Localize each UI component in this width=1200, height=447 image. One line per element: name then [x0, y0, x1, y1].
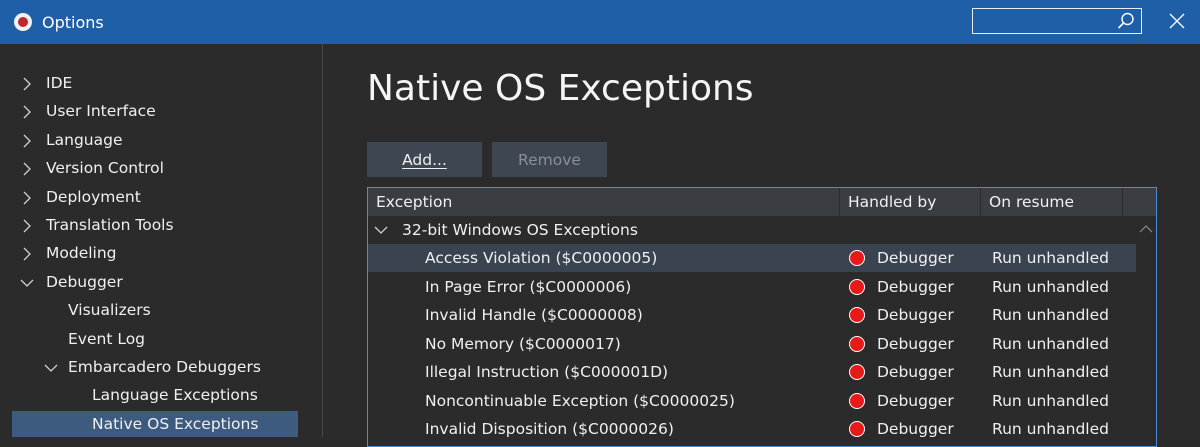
- chevron-down-icon[interactable]: [374, 225, 388, 235]
- exception-name: Noncontinuable Exception ($C0000025): [425, 391, 735, 410]
- sidebar-item[interactable]: Visualizers: [0, 297, 320, 323]
- table-row[interactable]: Illegal Instruction ($C000001D) Debugger R…: [368, 358, 1136, 386]
- table-row[interactable]: Invalid Disposition ($C0000026) Debugger R…: [368, 415, 1136, 443]
- handled-by-value[interactable]: Debugger: [877, 358, 954, 386]
- main-panel: Native OS Exceptions Add... Remove Excep…: [323, 44, 1200, 447]
- table-row[interactable]: Noncontinuable Exception ($C0000025) Debu…: [368, 387, 1136, 415]
- sidebar-item-label: Language: [46, 130, 123, 149]
- sidebar-item-label: Embarcadero Debuggers: [68, 358, 261, 376]
- handled-by-value[interactable]: Debugger: [877, 244, 954, 272]
- sidebar-item-label: Translation Tools: [46, 216, 174, 234]
- exception-name: Illegal Instruction ($C000001D): [425, 363, 669, 381]
- sidebar-item-label: Debugger: [46, 272, 123, 291]
- exception-name: Invalid Handle ($C0000008): [425, 306, 643, 324]
- debugger-status-icon: [849, 278, 865, 295]
- add-button-label: Add...: [402, 150, 447, 169]
- options-tree: IDE User Interface Language Version Control…: [0, 44, 323, 437]
- sidebar-item[interactable]: Debugger: [0, 269, 320, 295]
- handled-by-value[interactable]: Debugger: [877, 273, 954, 301]
- on-resume-value[interactable]: Run unhandled: [992, 273, 1109, 301]
- sidebar-item-label: IDE: [46, 74, 73, 92]
- app-logo-icon: [14, 13, 32, 31]
- search-input[interactable]: [973, 9, 1123, 33]
- debugger-status-icon: [849, 364, 865, 380]
- window-title: Options: [42, 12, 104, 32]
- sidebar-item-label: Deployment: [46, 187, 141, 206]
- sidebar-item-label: Modeling: [46, 244, 117, 263]
- table-row[interactable]: Access Violation ($C0000005) Debugger Run …: [368, 244, 1136, 272]
- title-bar: Options: [0, 0, 1200, 44]
- sidebar-item[interactable]: Language: [0, 127, 320, 153]
- handled-by-value[interactable]: Debugger: [877, 387, 954, 415]
- handled-by-value[interactable]: Debugger: [877, 415, 954, 443]
- on-resume-value[interactable]: Run unhandled: [992, 415, 1109, 443]
- sidebar-item[interactable]: Embarcadero Debuggers: [0, 354, 320, 380]
- table-row[interactable]: No Memory ($C0000017) Debugger Run unhandl…: [368, 330, 1136, 358]
- sidebar-item[interactable]: Event Log: [0, 326, 320, 352]
- exception-name: No Memory ($C0000017): [425, 334, 621, 353]
- remove-button-label: Remove: [518, 150, 581, 169]
- sidebar-item-label: Event Log: [68, 329, 146, 348]
- grid-scrollbar[interactable]: [1136, 216, 1156, 446]
- close-icon[interactable]: [1168, 12, 1186, 30]
- grid-header: Exception Handled by On resume: [368, 188, 1156, 216]
- sidebar-item[interactable]: Version Control: [0, 155, 320, 181]
- chevron-right-icon[interactable]: [20, 105, 34, 119]
- exceptions-grid[interactable]: Exception Handled by On resume 32-bit Wi…: [367, 187, 1157, 447]
- debugger-status-icon: [849, 250, 865, 266]
- sidebar-item-label: Native OS Exceptions: [92, 414, 259, 433]
- on-resume-value[interactable]: Run unhandled: [992, 387, 1109, 415]
- sidebar-item[interactable]: Deployment: [0, 184, 320, 210]
- group-row[interactable]: 32-bit Windows OS Exceptions: [368, 216, 1136, 244]
- debugger-status-icon: [849, 421, 865, 437]
- on-resume-value[interactable]: Run unhandled: [992, 244, 1109, 272]
- chevron-right-icon[interactable]: [20, 191, 34, 205]
- chevron-down-icon[interactable]: [44, 361, 58, 375]
- on-resume-value[interactable]: Run unhandled: [992, 301, 1109, 329]
- sidebar-item-label: User Interface: [46, 102, 156, 121]
- on-resume-value[interactable]: Run unhandled: [992, 330, 1109, 358]
- debugger-status-icon: [849, 307, 865, 323]
- scroll-up-icon[interactable]: [1139, 224, 1153, 234]
- sidebar-item-label: Language Exceptions: [92, 386, 258, 405]
- column-header-handled-by[interactable]: Handled by: [840, 188, 981, 216]
- exception-name: In Page Error ($C0000006): [425, 277, 632, 296]
- sidebar-item[interactable]: Translation Tools: [0, 212, 320, 238]
- sidebar-item-label: Visualizers: [68, 301, 151, 320]
- chevron-right-icon[interactable]: [20, 247, 34, 261]
- sidebar-item[interactable]: User Interface: [0, 98, 320, 124]
- debugger-status-icon: [849, 392, 865, 409]
- remove-button[interactable]: Remove: [492, 142, 607, 177]
- chevron-right-icon[interactable]: [20, 219, 34, 233]
- sidebar-item[interactable]: Modeling: [0, 240, 320, 266]
- debugger-status-icon: [849, 335, 865, 352]
- sidebar-item[interactable]: IDE: [0, 70, 320, 96]
- sidebar-item[interactable]: Language Exceptions: [0, 382, 320, 408]
- chevron-right-icon[interactable]: [20, 162, 34, 176]
- sidebar-item[interactable]: Native OS Exceptions: [12, 410, 298, 437]
- chevron-down-icon[interactable]: [20, 276, 34, 290]
- chevron-right-icon[interactable]: [20, 77, 34, 91]
- search-box[interactable]: [972, 8, 1142, 34]
- handled-by-value[interactable]: Debugger: [877, 301, 954, 329]
- search-icon[interactable]: [1117, 12, 1135, 30]
- add-button[interactable]: Add...: [367, 142, 482, 177]
- exception-name: Invalid Disposition ($C0000026): [425, 420, 674, 438]
- exception-name: Access Violation ($C0000005): [425, 249, 658, 267]
- table-row[interactable]: In Page Error ($C0000006) Debugger Run unh…: [368, 273, 1136, 301]
- group-label: 32-bit Windows OS Exceptions: [402, 221, 638, 239]
- table-row[interactable]: Invalid Handle ($C0000008) Debugger Run un…: [368, 301, 1136, 329]
- chevron-right-icon[interactable]: [20, 134, 34, 148]
- sidebar-item-label: Version Control: [46, 159, 164, 178]
- on-resume-value[interactable]: Run unhandled: [992, 358, 1109, 386]
- handled-by-value[interactable]: Debugger: [877, 330, 954, 358]
- page-title: Native OS Exceptions: [367, 68, 754, 109]
- column-header-exception[interactable]: Exception: [368, 188, 840, 216]
- column-header-on-resume[interactable]: On resume: [981, 188, 1123, 216]
